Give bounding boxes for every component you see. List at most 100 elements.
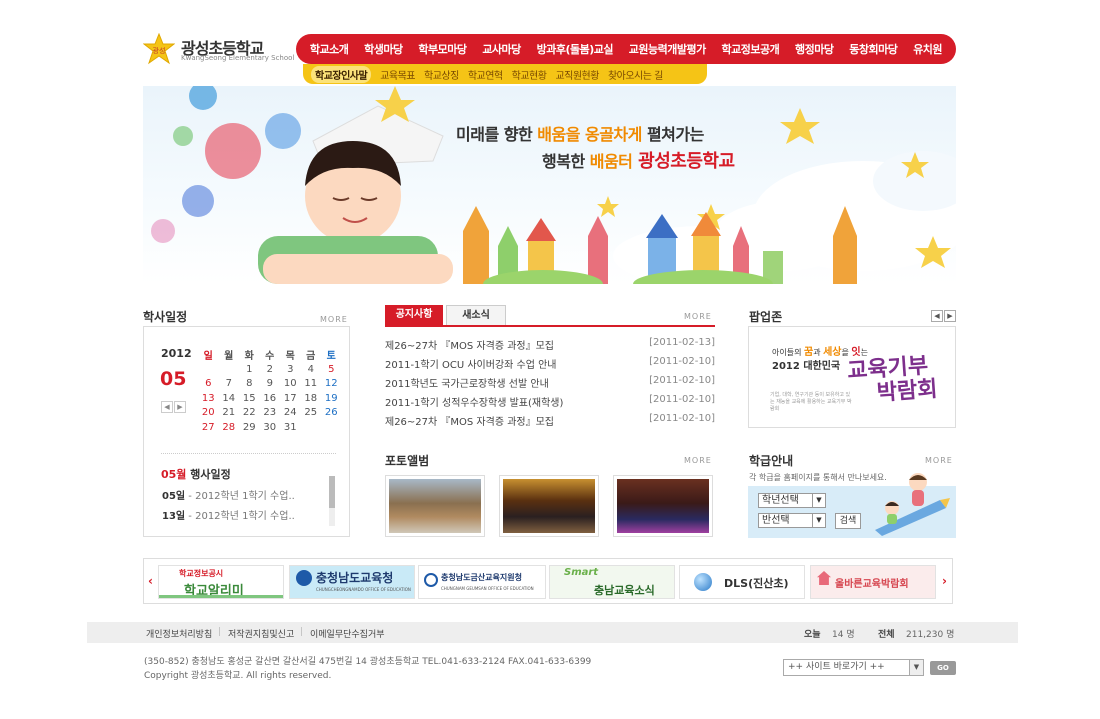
nav-school-info[interactable]: 학교정보공개: [722, 41, 780, 57]
calendar-day[interactable]: 22: [239, 406, 260, 421]
calendar-day[interactable]: 11: [301, 377, 322, 392]
popup-next-icon[interactable]: ▶: [944, 310, 956, 322]
calendar-day[interactable]: 23: [260, 406, 281, 421]
nav-school-intro[interactable]: 학교소개: [310, 41, 349, 57]
popup-calligraphy: 교육기부 박람회: [846, 352, 939, 407]
banner-education-fair[interactable]: 올바른교육박람회: [810, 565, 936, 599]
calendar-day[interactable]: [301, 420, 322, 435]
calendar-day[interactable]: 31: [280, 420, 301, 435]
calendar-day[interactable]: 6: [198, 377, 219, 392]
banner-prev-icon[interactable]: ‹: [148, 574, 153, 588]
banner-chungnam-news[interactable]: Smart 충남교육소식: [549, 565, 675, 599]
calendar-day[interactable]: 19: [321, 391, 342, 406]
banner-school-alimi[interactable]: 학교정보공시 학교알리미: [158, 565, 284, 599]
calendar-day[interactable]: 21: [219, 406, 240, 421]
tab-news[interactable]: 새소식: [446, 305, 506, 325]
nav-kindergarten[interactable]: 유치원: [913, 41, 942, 57]
class-info-description: 각 학급을 홈페이지를 통해서 만나보세요.: [749, 473, 887, 482]
calendar-day[interactable]: 14: [219, 391, 240, 406]
subnav-principal-greeting[interactable]: 학교장인사말: [311, 65, 372, 83]
next-month-icon[interactable]: ▶: [174, 401, 186, 413]
divider: |: [300, 627, 304, 637]
main-navigation: 학교소개 학생마당 학부모마당 교사마당 방과후(돌봄)교실 교원능력개발평가 …: [296, 34, 956, 64]
grade-select[interactable]: 학년선택 ▼: [758, 493, 826, 508]
weekday-fri: 금: [306, 350, 316, 362]
banner-next-icon[interactable]: ›: [942, 574, 947, 588]
calendar-more-link[interactable]: MORE: [320, 315, 348, 324]
calendar-day[interactable]: 25: [301, 406, 322, 421]
subnav-symbols[interactable]: 학교상징: [424, 67, 459, 82]
calendar-day[interactable]: 24: [280, 406, 301, 421]
calendar-day[interactable]: [219, 362, 240, 377]
calendar-day[interactable]: 10: [280, 377, 301, 392]
nav-teachers[interactable]: 교사마당: [482, 41, 521, 57]
schedule-item[interactable]: 05일 - 2012학년 1학기 수업..: [162, 487, 295, 502]
footer-link-email[interactable]: 이메일무단수집거부: [310, 627, 385, 640]
class-search-button[interactable]: 검색: [835, 513, 861, 529]
calendar-day[interactable]: 13: [198, 391, 219, 406]
calendar-day[interactable]: 12: [321, 377, 342, 392]
calendar-day[interactable]: 1: [239, 362, 260, 377]
scrollbar-thumb[interactable]: [329, 476, 335, 508]
notice-more-link[interactable]: MORE: [684, 312, 712, 321]
main-visual-banner: [143, 86, 956, 284]
photo-thumbnail[interactable]: [613, 475, 713, 537]
calendar-day[interactable]: 29: [239, 420, 260, 435]
calendar-day[interactable]: 26: [321, 406, 342, 421]
banner-geumsan-office[interactable]: 충청남도금산교육지원청 CHUNGNAM GEUMSAN OFFICE OF E…: [418, 565, 546, 599]
schedule-scrollbar[interactable]: [329, 476, 335, 526]
calendar-day[interactable]: 18: [301, 391, 322, 406]
calendar-day[interactable]: 17: [280, 391, 301, 406]
subnav-status[interactable]: 학교현황: [512, 67, 547, 82]
site-shortcut-select[interactable]: ++ 사이트 바로가기 ++ ▼: [783, 659, 924, 676]
calendar-day[interactable]: 5: [321, 362, 342, 377]
banner-chungnam-office[interactable]: 충청남도교육청 CHUNGCHEONGNAMDO OFFICE OF EDUCA…: [289, 565, 415, 599]
banner-dls[interactable]: DLS(진산초): [679, 565, 805, 599]
photo-thumbnail[interactable]: [499, 475, 599, 537]
go-button[interactable]: GO: [930, 661, 956, 675]
tab-notice[interactable]: 공지사항: [385, 305, 443, 325]
footer-link-copyright[interactable]: 저작권지침및신고: [228, 627, 294, 640]
calendar-day[interactable]: [198, 362, 219, 377]
nav-alumni[interactable]: 동창회마당: [849, 41, 898, 57]
divider: |: [218, 627, 222, 637]
nav-afterschool[interactable]: 방과후(돌봄)교실: [537, 41, 614, 57]
calendar-day[interactable]: 8: [239, 377, 260, 392]
nav-admin[interactable]: 행정마당: [795, 41, 834, 57]
calendar-day[interactable]: 27: [198, 420, 219, 435]
prev-month-icon[interactable]: ◀: [161, 401, 173, 413]
calendar-day[interactable]: 7: [219, 377, 240, 392]
popup-prev-icon[interactable]: ◀: [931, 310, 943, 322]
subnav-staff[interactable]: 교직원현황: [555, 67, 599, 82]
flower-icon: [151, 86, 301, 243]
calendar-day[interactable]: 30: [260, 420, 281, 435]
subnav-directions[interactable]: 찾아오시는 길: [608, 67, 663, 82]
slogan-line-1: 미래를 향한 배움을 옹골차게 펼쳐가는: [456, 125, 704, 144]
weekday-sun: 일: [203, 350, 213, 362]
calendar-day[interactable]: 2: [260, 362, 281, 377]
nav-parents[interactable]: 학부모마당: [418, 41, 467, 57]
class-more-link[interactable]: MORE: [925, 456, 953, 465]
photo-thumbnail[interactable]: [385, 475, 485, 537]
photo-more-link[interactable]: MORE: [684, 456, 712, 465]
school-logo[interactable]: 광성 광성초등학교 KwangSeong Elementary School: [143, 33, 294, 65]
calendar-day[interactable]: 4: [301, 362, 322, 377]
class-select[interactable]: 반선택 ▼: [758, 513, 826, 528]
calendar-day[interactable]: 16: [260, 391, 281, 406]
nav-teacher-eval[interactable]: 교원능력개발평가: [629, 41, 706, 57]
visitor-today-count: 14 명: [832, 630, 855, 640]
nav-students[interactable]: 학생마당: [364, 41, 403, 57]
calendar-day[interactable]: 3: [280, 362, 301, 377]
schedule-item[interactable]: 13일 - 2012학년 1학기 수업..: [162, 507, 295, 522]
photo-image: [617, 479, 709, 533]
footer-link-privacy[interactable]: 개인정보처리방침: [146, 627, 212, 640]
calendar-day[interactable]: 15: [239, 391, 260, 406]
subnav-history[interactable]: 학교연혁: [468, 67, 503, 82]
calendar-day[interactable]: 28: [219, 420, 240, 435]
visitor-total-count: 211,230 명: [906, 630, 955, 640]
subnav-edu-goals[interactable]: 교육목표: [380, 67, 415, 82]
calendar-day[interactable]: [321, 420, 342, 435]
calendar-day[interactable]: 9: [260, 377, 281, 392]
weekday-wed: 수: [265, 350, 275, 362]
calendar-day[interactable]: 20: [198, 406, 219, 421]
